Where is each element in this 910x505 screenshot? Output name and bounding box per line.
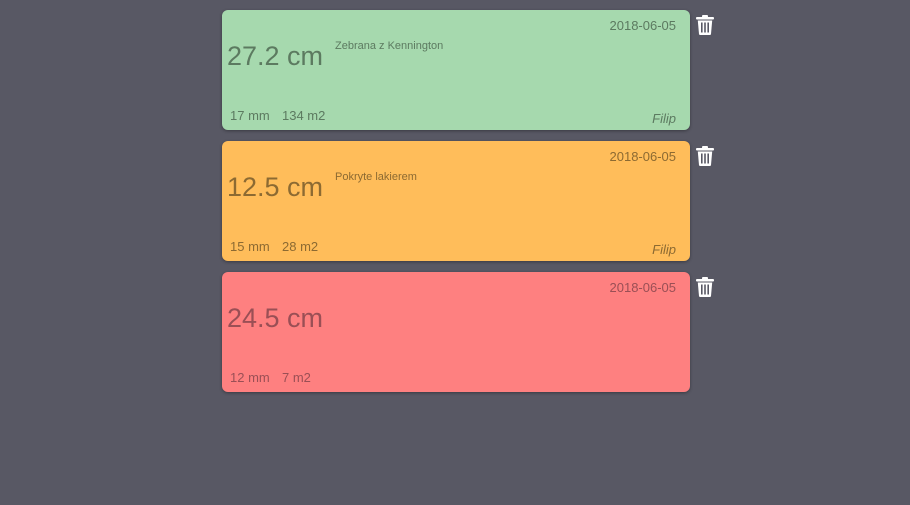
date-label: 2018-06-05 xyxy=(609,280,677,295)
area-value: 7 m2 xyxy=(282,370,311,385)
thickness-value: 15 mm xyxy=(230,239,270,254)
list-item: 2018-06-05 24.5 cm 12 mm 7 m2 xyxy=(222,272,722,392)
note-text: Pokryte lakierem xyxy=(335,171,417,183)
author-label: Filip xyxy=(652,111,676,126)
measurement-card[interactable]: 2018-06-05 27.2 cm Zebrana z Kennington … xyxy=(222,10,690,130)
trash-icon[interactable] xyxy=(696,15,714,35)
trash-icon[interactable] xyxy=(696,146,714,166)
card-list: 2018-06-05 27.2 cm Zebrana z Kennington … xyxy=(222,10,722,403)
size-value: 27.2 cm xyxy=(227,41,324,71)
thickness-value: 12 mm xyxy=(230,370,270,385)
author-label: Filip xyxy=(652,242,676,257)
measurement-card[interactable]: 2018-06-05 24.5 cm 12 mm 7 m2 xyxy=(222,272,690,392)
size-value: 24.5 cm xyxy=(227,303,324,333)
measurement-card[interactable]: 2018-06-05 12.5 cm Pokryte lakierem 15 m… xyxy=(222,141,690,261)
date-label: 2018-06-05 xyxy=(609,149,677,164)
size-value: 12.5 cm xyxy=(227,172,324,202)
list-item: 2018-06-05 27.2 cm Zebrana z Kennington … xyxy=(222,10,722,130)
date-label: 2018-06-05 xyxy=(609,18,677,33)
list-item: 2018-06-05 12.5 cm Pokryte lakierem 15 m… xyxy=(222,141,722,261)
trash-icon[interactable] xyxy=(696,277,714,297)
area-value: 28 m2 xyxy=(282,239,319,254)
thickness-value: 17 mm xyxy=(230,108,270,123)
note-text: Zebrana z Kennington xyxy=(335,40,444,52)
area-value: 134 m2 xyxy=(282,108,326,123)
